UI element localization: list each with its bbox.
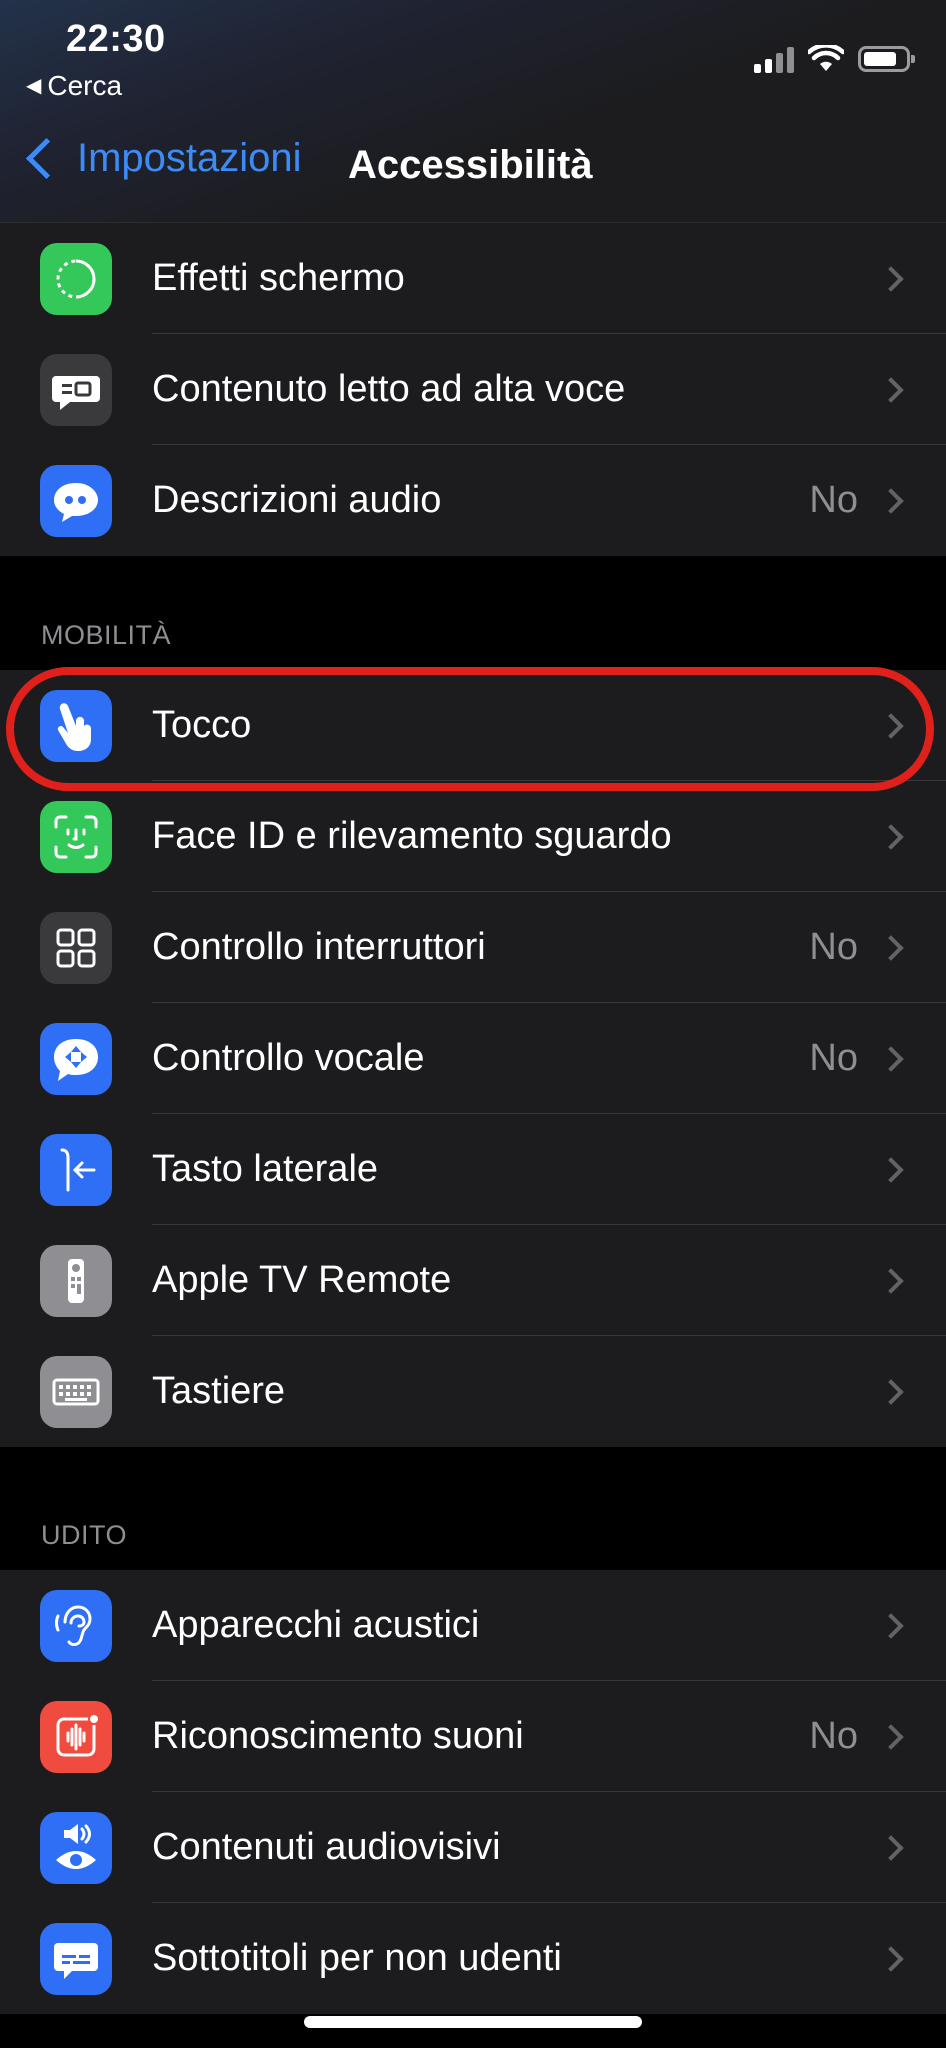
- section-header-hearing: UDITO: [41, 1520, 128, 1550]
- settings-row-keyboards[interactable]: Tastiere: [0, 1336, 946, 1447]
- settings-row-hearing-devices[interactable]: Apparecchi acustici: [0, 1570, 946, 1681]
- chevron-right-icon: [878, 1835, 904, 1861]
- chevron-right-icon: [878, 266, 904, 292]
- back-app-label: Cerca: [47, 70, 123, 101]
- settings-row-apple-tv-remote[interactable]: Apple TV Remote: [0, 1225, 946, 1336]
- row-label: Apple TV Remote: [152, 1259, 452, 1301]
- chevron-right-icon: [878, 824, 904, 850]
- settings-row-switch-control[interactable]: Controllo interruttori No: [0, 892, 946, 1003]
- row-label: Tocco: [152, 704, 252, 746]
- wifi-icon: [808, 45, 844, 71]
- switch-control-icon: [40, 912, 112, 984]
- chevron-right-icon: [878, 1946, 904, 1972]
- chevron-right-icon: [878, 713, 904, 739]
- row-label: Contenuti audiovisivi: [152, 1826, 501, 1868]
- chevron-left-icon: [25, 137, 68, 180]
- row-value: No: [809, 926, 858, 968]
- row-value: No: [809, 1037, 858, 1079]
- status-time: 22:30: [66, 18, 166, 60]
- display-effects-icon: [40, 243, 112, 315]
- row-label: Tasto laterale: [152, 1148, 379, 1190]
- row-label: Controllo vocale: [152, 1037, 425, 1079]
- row-label: Controllo interruttori: [152, 926, 486, 968]
- voice-control-icon: [40, 1023, 112, 1095]
- settings-row-voice-control[interactable]: Controllo vocale No: [0, 1003, 946, 1114]
- row-label: Apparecchi acustici: [152, 1604, 480, 1646]
- cellular-signal-icon: [754, 45, 794, 73]
- face-id-icon: [40, 801, 112, 873]
- page-title: Accessibilità: [348, 143, 593, 187]
- chevron-right-icon: [878, 377, 904, 403]
- keyboard-icon: [40, 1356, 112, 1428]
- settings-row-spoken-content[interactable]: Contenuto letto ad alta voce: [0, 334, 946, 445]
- chevron-right-icon: [878, 1268, 904, 1294]
- row-label: Riconoscimento suoni: [152, 1715, 524, 1757]
- row-label: Sottotitoli per non udenti: [152, 1937, 562, 1979]
- audiovisual-icon: [40, 1812, 112, 1884]
- row-label: Effetti schermo: [152, 257, 405, 299]
- chevron-right-icon: [878, 1613, 904, 1639]
- back-button-label: Impostazioni: [77, 136, 302, 180]
- chevron-right-icon: [878, 935, 904, 961]
- row-label: Face ID e rilevamento sguardo: [152, 815, 672, 857]
- ear-icon: [40, 1590, 112, 1662]
- section-header-mobility: MOBILITÀ: [41, 620, 172, 650]
- spoken-content-icon: [40, 354, 112, 426]
- chevron-right-icon: [878, 488, 904, 514]
- settings-row-side-button[interactable]: Tasto laterale: [0, 1114, 946, 1225]
- settings-row-face-id[interactable]: Face ID e rilevamento sguardo: [0, 781, 946, 892]
- chevron-right-icon: [878, 1379, 904, 1405]
- row-label: Contenuto letto ad alta voce: [152, 368, 626, 410]
- status-icons: [754, 44, 915, 74]
- chevron-right-icon: [878, 1157, 904, 1183]
- home-indicator[interactable]: [304, 2016, 642, 2028]
- settings-row-touch[interactable]: Tocco: [0, 670, 946, 781]
- settings-row-display-effects[interactable]: Effetti schermo: [0, 223, 946, 334]
- mobility-settings-list: Tocco Face ID e rilevamento sguardo Cont…: [0, 670, 946, 1447]
- settings-row-audiovisual[interactable]: Contenuti audiovisivi: [0, 1792, 946, 1903]
- settings-row-audio-descriptions[interactable]: Descrizioni audio No: [0, 445, 946, 556]
- row-label: Tastiere: [152, 1370, 286, 1412]
- back-triangle-icon: ◀: [26, 75, 42, 97]
- settings-row-sound-recognition[interactable]: Riconoscimento suoni No: [0, 1681, 946, 1792]
- audio-descriptions-icon: [40, 465, 112, 537]
- touch-hand-icon: [40, 690, 112, 762]
- back-button[interactable]: Impostazioni: [20, 136, 302, 181]
- battery-icon: [858, 46, 915, 72]
- row-label: Descrizioni audio: [152, 479, 442, 521]
- side-button-icon: [40, 1134, 112, 1206]
- navigation-header: 22:30 ◀ Cerca Impostazioni Accessibilità: [0, 0, 946, 223]
- settings-row-subtitles[interactable]: Sottotitoli per non udenti: [0, 1903, 946, 2014]
- tv-remote-icon: [40, 1245, 112, 1317]
- back-to-app-link[interactable]: ◀ Cerca: [26, 70, 122, 102]
- sound-recognition-icon: [40, 1701, 112, 1773]
- vision-settings-list: Effetti schermo Contenuto letto ad alta …: [0, 223, 946, 556]
- chevron-right-icon: [878, 1724, 904, 1750]
- hearing-settings-list: Apparecchi acustici Riconoscimento suoni…: [0, 1570, 946, 2014]
- chevron-right-icon: [878, 1046, 904, 1072]
- row-value: No: [809, 479, 858, 521]
- row-value: No: [809, 1715, 858, 1757]
- subtitles-icon: [40, 1923, 112, 1995]
